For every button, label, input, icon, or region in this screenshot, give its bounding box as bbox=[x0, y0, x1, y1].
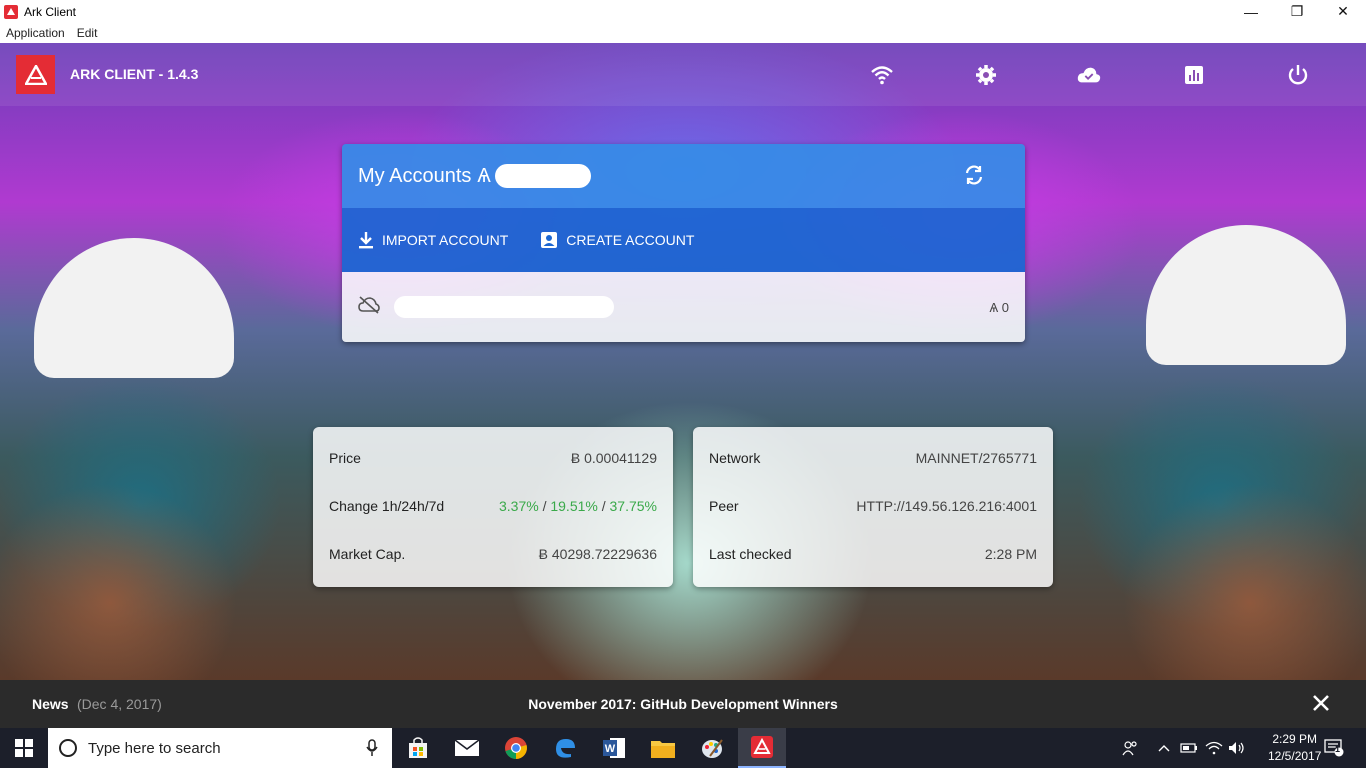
volume-icon[interactable] bbox=[1226, 728, 1248, 768]
cortana-circle-icon bbox=[59, 739, 77, 757]
change-label: Change 1h/24h/7d bbox=[329, 498, 445, 514]
file-explorer-app-icon[interactable] bbox=[639, 728, 687, 768]
chrome-app-icon[interactable] bbox=[492, 728, 540, 768]
accounts-actions: IMPORT ACCOUNT CREATE ACCOUNT bbox=[342, 208, 1025, 272]
app-header: ARK CLIENT - 1.4.3 bbox=[0, 43, 1366, 106]
cloud-icon[interactable] bbox=[1077, 63, 1101, 87]
windows-logo-icon bbox=[15, 739, 33, 757]
market-cap-value: Ƀ 40298.72229636 bbox=[538, 546, 657, 562]
store-app-icon[interactable] bbox=[394, 728, 442, 768]
create-account-button[interactable]: CREATE ACCOUNT bbox=[540, 231, 694, 249]
menu-edit[interactable]: Edit bbox=[71, 26, 104, 40]
download-icon bbox=[359, 232, 373, 249]
system-clock[interactable]: 2:29 PM 12/5/2017 bbox=[1268, 731, 1321, 765]
notification-count: 1 bbox=[1335, 744, 1341, 754]
change-row: Change 1h/24h/7d 3.37% / 19.51% / 37.75% bbox=[329, 498, 657, 514]
wifi-icon[interactable] bbox=[870, 63, 894, 87]
accounts-card-header: My Accounts Ѧ bbox=[342, 144, 1025, 208]
account-box-icon bbox=[541, 232, 558, 248]
cap-image-right bbox=[1146, 225, 1346, 365]
edge-app-icon[interactable] bbox=[541, 728, 589, 768]
window-titlebar: Ark Client — ❐ ✕ bbox=[0, 0, 1366, 23]
market-info-card: Price Ƀ 0.00041129 Change 1h/24h/7d 3.37… bbox=[313, 427, 673, 587]
redacted-account-address bbox=[394, 296, 614, 318]
windows-start-button[interactable] bbox=[0, 728, 48, 768]
menu-application[interactable]: Application bbox=[0, 26, 71, 40]
taskbar-search-box[interactable]: Type here to search bbox=[48, 728, 392, 768]
close-window-button[interactable]: ✕ bbox=[1320, 0, 1366, 23]
word-app-icon[interactable]: W bbox=[590, 728, 638, 768]
market-cap-row: Market Cap. Ƀ 40298.72229636 bbox=[329, 546, 657, 562]
mail-app-icon[interactable] bbox=[443, 728, 491, 768]
clock-time: 2:29 PM bbox=[1272, 732, 1318, 746]
change-7d: 37.75% bbox=[609, 498, 657, 514]
network-label: Network bbox=[709, 450, 761, 466]
last-checked-label: Last checked bbox=[709, 546, 792, 562]
peer-label: Peer bbox=[709, 498, 739, 514]
ark-app-icon bbox=[4, 4, 18, 19]
redacted-block bbox=[494, 164, 591, 188]
network-row: Network MAINNET/2765771 bbox=[709, 450, 1037, 466]
svg-text:W: W bbox=[605, 743, 616, 755]
background-wallpaper bbox=[0, 43, 1366, 680]
change-1h: 3.37% bbox=[498, 498, 539, 514]
gear-icon[interactable] bbox=[974, 63, 998, 87]
create-account-label: CREATE ACCOUNT bbox=[566, 232, 695, 248]
accounts-title-symbol: Ѧ bbox=[477, 164, 491, 187]
price-row: Price Ƀ 0.00041129 bbox=[329, 450, 657, 466]
tray-chevron-up-icon[interactable] bbox=[1154, 728, 1174, 768]
import-account-label: IMPORT ACCOUNT bbox=[382, 232, 509, 248]
price-value: Ƀ 0.00041129 bbox=[570, 450, 657, 466]
app-title: ARK CLIENT - 1.4.3 bbox=[70, 66, 199, 82]
people-icon[interactable] bbox=[1118, 728, 1142, 768]
ark-client-taskbar-icon[interactable] bbox=[738, 728, 786, 768]
price-label: Price bbox=[329, 450, 361, 466]
peer-value: HTTP://149.56.126.216:4001 bbox=[856, 498, 1037, 514]
news-headline[interactable]: November 2017: GitHub Development Winner… bbox=[0, 696, 1366, 712]
change-separator: / bbox=[538, 498, 551, 514]
action-center-icon[interactable]: 1 bbox=[1320, 728, 1348, 768]
change-values: 3.37% / 19.51% / 37.75% bbox=[499, 498, 657, 514]
change-separator: / bbox=[597, 498, 610, 514]
microphone-icon[interactable] bbox=[366, 739, 378, 762]
network-wifi-tray-icon[interactable] bbox=[1203, 728, 1225, 768]
window-title: Ark Client bbox=[24, 4, 77, 19]
last-checked-value: 2:28 PM bbox=[984, 546, 1037, 562]
power-icon[interactable] bbox=[1286, 63, 1310, 87]
close-icon[interactable] bbox=[1312, 694, 1330, 717]
clock-date: 12/5/2017 bbox=[1268, 749, 1322, 763]
market-cap-label: Market Cap. bbox=[329, 546, 406, 562]
account-balance: Ѧ 0 bbox=[989, 299, 1009, 315]
menu-bar: Application Edit bbox=[0, 23, 1366, 43]
last-checked-row: Last checked 2:28 PM bbox=[709, 546, 1037, 562]
accounts-title: My Accounts bbox=[358, 164, 472, 187]
refresh-icon[interactable] bbox=[963, 164, 985, 191]
network-info-card: Network MAINNET/2765771 Peer HTTP://149.… bbox=[693, 427, 1053, 587]
window-controls: — ❐ ✕ bbox=[1228, 0, 1366, 23]
peer-row: Peer HTTP://149.56.126.216:4001 bbox=[709, 498, 1037, 514]
import-account-button[interactable]: IMPORT ACCOUNT bbox=[358, 231, 508, 249]
chart-icon[interactable] bbox=[1182, 63, 1206, 87]
taskbar: Type here to search W 2:29 PM 12/5/2017 … bbox=[0, 728, 1366, 768]
change-24h: 19.51% bbox=[550, 498, 598, 514]
cloud-off-icon bbox=[358, 295, 380, 319]
ark-logo[interactable] bbox=[16, 55, 55, 94]
restore-button[interactable]: ❐ bbox=[1274, 0, 1320, 23]
accounts-card: My Accounts Ѧ IMPORT ACCOUNT CREATE ACCO… bbox=[342, 144, 1025, 342]
news-bar: News (Dec 4, 2017) November 2017: GitHub… bbox=[0, 680, 1366, 728]
minimize-button[interactable]: — bbox=[1228, 0, 1274, 23]
account-row[interactable]: Ѧ 0 bbox=[342, 272, 1025, 342]
cap-image-left bbox=[34, 238, 234, 378]
network-value: MAINNET/2765771 bbox=[915, 450, 1037, 466]
battery-icon[interactable] bbox=[1178, 728, 1200, 768]
search-placeholder: Type here to search bbox=[88, 739, 221, 757]
paint-app-icon[interactable] bbox=[688, 728, 736, 768]
